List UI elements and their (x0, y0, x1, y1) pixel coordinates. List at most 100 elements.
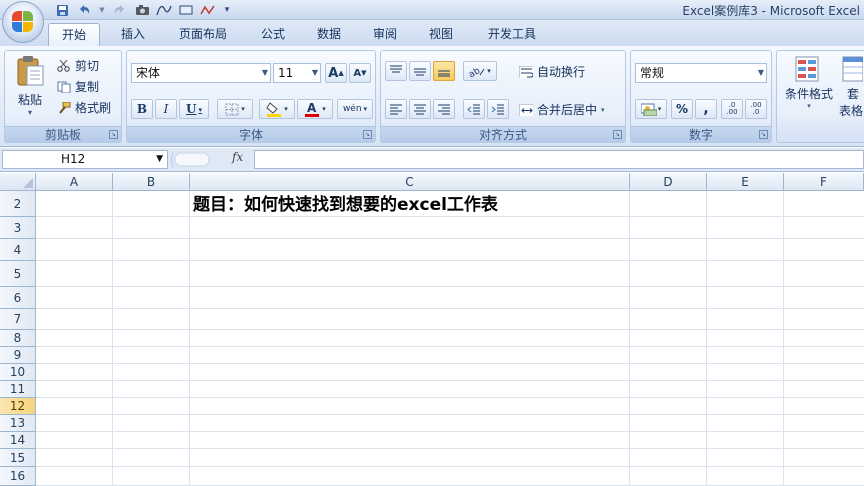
cut-button[interactable]: 剪切 (57, 57, 99, 74)
borders-button[interactable]: ▾ (217, 99, 253, 119)
align-center-button[interactable] (409, 99, 431, 119)
rectangle-icon[interactable] (178, 3, 194, 17)
increase-indent-button[interactable] (487, 99, 509, 119)
grow-font-button[interactable]: A ▲ (325, 63, 347, 83)
name-box[interactable]: H12 ▼ (2, 150, 168, 169)
row-header[interactable]: 7 (0, 309, 36, 330)
tab-review[interactable]: 审阅 (362, 23, 408, 46)
column-header-b[interactable]: B (113, 173, 190, 191)
fill-color-button[interactable]: ▾ (259, 99, 295, 119)
align-right-button[interactable] (433, 99, 455, 119)
ribbon-tabs: 开始 插入 页面布局 公式 数据 审阅 视图 开发工具 (0, 20, 864, 46)
copy-button[interactable]: 复制 (57, 78, 99, 95)
bold-button[interactable]: B (131, 99, 153, 119)
tab-home[interactable]: 开始 (48, 23, 100, 46)
number-group: 常规 ▼ ▾ % , .0 .00 .00 .0 数字 ↘ (630, 50, 772, 143)
number-format-dropdown-icon: ▼ (757, 68, 764, 77)
insert-function-icon[interactable]: fx (232, 150, 243, 164)
decrease-indent-icon (467, 104, 480, 115)
row-header[interactable]: 4 (0, 239, 36, 261)
column-header-a[interactable]: A (36, 173, 113, 191)
align-middle-button[interactable] (409, 61, 431, 81)
align-top-button[interactable] (385, 61, 407, 81)
select-all-button[interactable] (0, 173, 36, 191)
fill-color-swatch (267, 114, 282, 117)
decrease-decimal-button[interactable]: .00 .0 (745, 99, 767, 119)
underline-button[interactable]: U ▾ (179, 99, 209, 119)
gridline (36, 397, 864, 398)
decrease-indent-button[interactable] (463, 99, 485, 119)
row-header[interactable]: 11 (0, 381, 36, 398)
shrink-font-button[interactable]: A ▼ (349, 63, 371, 83)
row-header[interactable]: 16 (0, 467, 36, 486)
paint-bucket-icon (266, 102, 282, 117)
row-header[interactable]: 6 (0, 287, 36, 309)
tab-formulas[interactable]: 公式 (250, 23, 296, 46)
row-header[interactable]: 14 (0, 432, 36, 449)
redo-icon[interactable] (112, 3, 128, 17)
paste-button[interactable]: 粘贴 ▾ (11, 55, 49, 117)
row-header[interactable]: 15 (0, 449, 36, 467)
font-launcher-icon[interactable]: ↘ (363, 130, 372, 139)
comma-icon: , (703, 101, 709, 117)
formula-input[interactable] (254, 150, 864, 169)
column-header-d[interactable]: D (630, 173, 707, 191)
row-header[interactable]: 8 (0, 330, 36, 347)
font-name-select[interactable]: 宋体 ▼ (131, 63, 271, 83)
wrap-text-button[interactable]: 自动换行 (519, 63, 585, 80)
alignment-launcher-icon[interactable]: ↘ (613, 130, 622, 139)
gridline (36, 448, 864, 449)
row-header[interactable]: 3 (0, 217, 36, 239)
undo-icon[interactable] (76, 3, 92, 17)
number-format-select[interactable]: 常规 ▼ (635, 63, 767, 83)
comma-style-button[interactable]: , (695, 99, 717, 119)
chart-icon[interactable] (200, 3, 216, 17)
increase-decimal-button[interactable]: .0 .00 (721, 99, 743, 119)
font-color-button[interactable]: A ▾ (297, 99, 333, 119)
format-painter-button[interactable]: 格式刷 (57, 99, 111, 116)
conditional-formatting-button[interactable]: 条件格式 ▾ (781, 55, 837, 110)
font-size-select[interactable]: 11 ▼ (273, 63, 321, 83)
row-header[interactable]: 2 (0, 191, 36, 217)
shapes-icon[interactable] (156, 3, 172, 17)
percent-style-button[interactable]: % (671, 99, 693, 119)
clipboard-group: 粘贴 ▾ 剪切 复制 格式刷 剪贴板 ↘ (4, 50, 122, 143)
accounting-format-button[interactable]: ▾ (635, 99, 667, 119)
undo-dropdown-icon[interactable]: ▼ (98, 3, 106, 17)
row-header[interactable]: 10 (0, 364, 36, 381)
percent-icon: % (675, 102, 689, 116)
row-header[interactable]: 9 (0, 347, 36, 364)
camera-icon[interactable] (134, 3, 150, 17)
number-format-value: 常规 (640, 66, 665, 80)
align-middle-icon (414, 68, 426, 76)
clipboard-launcher-icon[interactable]: ↘ (109, 130, 118, 139)
align-left-button[interactable] (385, 99, 407, 119)
column-header-e[interactable]: E (707, 173, 784, 191)
column-header-f[interactable]: F (784, 173, 864, 191)
clipboard-group-label: 剪贴板 (5, 126, 121, 142)
merge-center-button[interactable]: 合并后居中 ▾ (519, 101, 605, 118)
save-icon[interactable] (54, 3, 70, 17)
tab-view[interactable]: 视图 (418, 23, 464, 46)
tab-insert[interactable]: 插入 (110, 23, 156, 46)
number-launcher-icon[interactable]: ↘ (759, 130, 768, 139)
select-all-icon (23, 178, 33, 188)
title-bar: ▼ ▾ Excel案例库3 - Microsoft Excel (0, 0, 864, 20)
italic-button[interactable]: I (155, 99, 177, 119)
italic-icon: I (163, 102, 169, 116)
tab-data[interactable]: 数据 (306, 23, 352, 46)
format-as-table-button[interactable]: 套 表格 (839, 55, 864, 119)
column-header-c[interactable]: C (190, 173, 630, 191)
row-header-selected[interactable]: 12 (0, 398, 36, 415)
tab-page-layout[interactable]: 页面布局 (168, 23, 238, 46)
tab-developer[interactable]: 开发工具 (476, 23, 548, 46)
row-header[interactable]: 13 (0, 415, 36, 432)
cell-c2[interactable]: 题目：如何快速找到想要的excel工作表 (193, 193, 498, 217)
office-button[interactable] (2, 1, 44, 43)
row-header[interactable]: 5 (0, 261, 36, 287)
align-bottom-button[interactable] (433, 61, 455, 81)
customize-icon[interactable]: ▾ (222, 3, 232, 17)
svg-text:ab: ab (469, 66, 482, 77)
orientation-button[interactable]: ab ▾ (463, 61, 497, 81)
phonetic-button[interactable]: wén ▾ (337, 99, 373, 119)
